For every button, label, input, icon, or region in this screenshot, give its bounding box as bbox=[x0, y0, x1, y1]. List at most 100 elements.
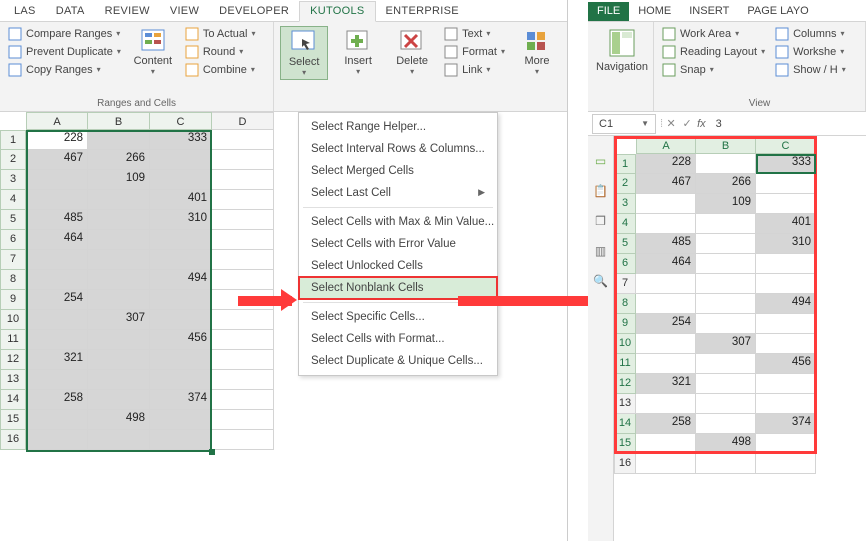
find-icon[interactable]: 🔍 bbox=[593, 274, 609, 288]
cell[interactable] bbox=[150, 370, 212, 390]
menu-item-select-range-helper-[interactable]: Select Range Helper... bbox=[299, 116, 497, 138]
formula-value[interactable]: 3 bbox=[710, 118, 722, 130]
ribbon-cmd-prevent-duplicate[interactable]: Prevent Duplicate ▾ bbox=[6, 44, 123, 60]
cell[interactable] bbox=[212, 270, 274, 290]
cell[interactable] bbox=[212, 390, 274, 410]
cell[interactable] bbox=[26, 250, 88, 270]
cell[interactable] bbox=[88, 190, 150, 210]
name-box[interactable]: C1 ▼ bbox=[592, 114, 656, 134]
row-header[interactable]: 3 bbox=[614, 194, 636, 214]
cell[interactable]: 258 bbox=[26, 390, 88, 410]
cell[interactable] bbox=[212, 130, 274, 150]
cell[interactable] bbox=[212, 370, 274, 390]
cell[interactable] bbox=[696, 454, 756, 474]
cell[interactable]: 321 bbox=[26, 350, 88, 370]
cell[interactable]: 266 bbox=[88, 150, 150, 170]
row-header[interactable]: 8 bbox=[614, 294, 636, 314]
cell[interactable] bbox=[636, 274, 696, 294]
ribbon-cmd-to-actual[interactable]: To Actual ▾ bbox=[183, 26, 258, 42]
cell[interactable] bbox=[212, 170, 274, 190]
cell[interactable]: 456 bbox=[150, 330, 212, 350]
cell[interactable]: 374 bbox=[756, 414, 816, 434]
cell[interactable] bbox=[636, 394, 696, 414]
row-header[interactable]: 13 bbox=[0, 370, 26, 390]
cell[interactable] bbox=[212, 190, 274, 210]
cell[interactable]: 494 bbox=[150, 270, 212, 290]
menu-item-select-merged-cells[interactable]: Select Merged Cells bbox=[299, 160, 497, 182]
menu-item-select-last-cell[interactable]: Select Last Cell▶ bbox=[299, 182, 497, 204]
cell[interactable] bbox=[756, 254, 816, 274]
cell[interactable] bbox=[26, 270, 88, 290]
select-button[interactable]: Select ▾ bbox=[280, 26, 328, 80]
cell[interactable] bbox=[212, 430, 274, 450]
cell[interactable] bbox=[88, 370, 150, 390]
cell[interactable] bbox=[756, 194, 816, 214]
cell[interactable] bbox=[150, 410, 212, 430]
cell[interactable] bbox=[150, 150, 212, 170]
row-header[interactable]: 5 bbox=[0, 210, 26, 230]
row-header[interactable]: 1 bbox=[0, 130, 26, 150]
cell[interactable]: 374 bbox=[150, 390, 212, 410]
cell[interactable] bbox=[88, 430, 150, 450]
cell[interactable] bbox=[212, 350, 274, 370]
cell[interactable] bbox=[696, 254, 756, 274]
cell[interactable]: 485 bbox=[636, 234, 696, 254]
cell[interactable] bbox=[26, 330, 88, 350]
cell[interactable]: 307 bbox=[88, 310, 150, 330]
cell[interactable] bbox=[150, 250, 212, 270]
ribbon-cmd-compare-ranges[interactable]: Compare Ranges ▾ bbox=[6, 26, 123, 42]
cell[interactable]: 456 bbox=[756, 354, 816, 374]
cell[interactable] bbox=[696, 274, 756, 294]
ribbon-cmd-columns[interactable]: Columns ▾ bbox=[773, 26, 848, 42]
cell[interactable]: 310 bbox=[756, 234, 816, 254]
cell[interactable] bbox=[696, 414, 756, 434]
menu-item-select-interval-rows-columns-[interactable]: Select Interval Rows & Columns... bbox=[299, 138, 497, 160]
row-header[interactable]: 10 bbox=[0, 310, 26, 330]
tab-data[interactable]: DATA bbox=[46, 2, 95, 21]
cell[interactable] bbox=[88, 210, 150, 230]
row-header[interactable]: 16 bbox=[0, 430, 26, 450]
cell[interactable]: 228 bbox=[636, 154, 696, 174]
cell[interactable]: 498 bbox=[696, 434, 756, 454]
col-header[interactable]: C bbox=[756, 136, 816, 154]
cell[interactable] bbox=[636, 214, 696, 234]
row-header[interactable]: 2 bbox=[614, 174, 636, 194]
row-header[interactable]: 8 bbox=[0, 270, 26, 290]
col-header[interactable]: A bbox=[636, 136, 696, 154]
tab-las[interactable]: LAS bbox=[4, 2, 46, 21]
ribbon-cmd-format[interactable]: Format ▾ bbox=[442, 44, 507, 60]
cell[interactable] bbox=[26, 430, 88, 450]
menu-item-select-cells-with-format-[interactable]: Select Cells with Format... bbox=[299, 328, 497, 350]
ribbon-cmd-combine[interactable]: Combine ▾ bbox=[183, 62, 258, 78]
cell[interactable] bbox=[150, 170, 212, 190]
row-header[interactable]: 10 bbox=[614, 334, 636, 354]
cell[interactable] bbox=[696, 214, 756, 234]
content-button[interactable]: Content ▾ bbox=[129, 26, 177, 78]
row-header[interactable]: 7 bbox=[0, 250, 26, 270]
row-header[interactable]: 5 bbox=[614, 234, 636, 254]
row-header[interactable]: 13 bbox=[614, 394, 636, 414]
col-header[interactable]: B bbox=[88, 112, 150, 130]
cell[interactable] bbox=[756, 394, 816, 414]
cell[interactable] bbox=[212, 150, 274, 170]
columns-icon[interactable]: ▥ bbox=[593, 244, 609, 258]
col-header[interactable]: A bbox=[26, 112, 88, 130]
cell[interactable]: 333 bbox=[150, 130, 212, 150]
ribbon-cmd-snap[interactable]: Snap ▾ bbox=[660, 62, 767, 78]
navigation-button[interactable]: Navigation bbox=[594, 26, 650, 75]
row-header[interactable]: 12 bbox=[614, 374, 636, 394]
row-header[interactable]: 4 bbox=[0, 190, 26, 210]
cell[interactable]: 467 bbox=[636, 174, 696, 194]
cell[interactable] bbox=[696, 154, 756, 174]
tab-view[interactable]: VIEW bbox=[160, 2, 209, 21]
cell[interactable]: 467 bbox=[26, 150, 88, 170]
row-header[interactable]: 6 bbox=[614, 254, 636, 274]
menu-item-select-duplicate-unique-cells-[interactable]: Select Duplicate & Unique Cells... bbox=[299, 350, 497, 372]
row-header[interactable]: 15 bbox=[0, 410, 26, 430]
row-header[interactable]: 11 bbox=[0, 330, 26, 350]
cell[interactable]: 498 bbox=[88, 410, 150, 430]
cell[interactable]: 109 bbox=[88, 170, 150, 190]
cell[interactable]: 464 bbox=[26, 230, 88, 250]
cell[interactable] bbox=[756, 334, 816, 354]
cell[interactable]: 254 bbox=[636, 314, 696, 334]
